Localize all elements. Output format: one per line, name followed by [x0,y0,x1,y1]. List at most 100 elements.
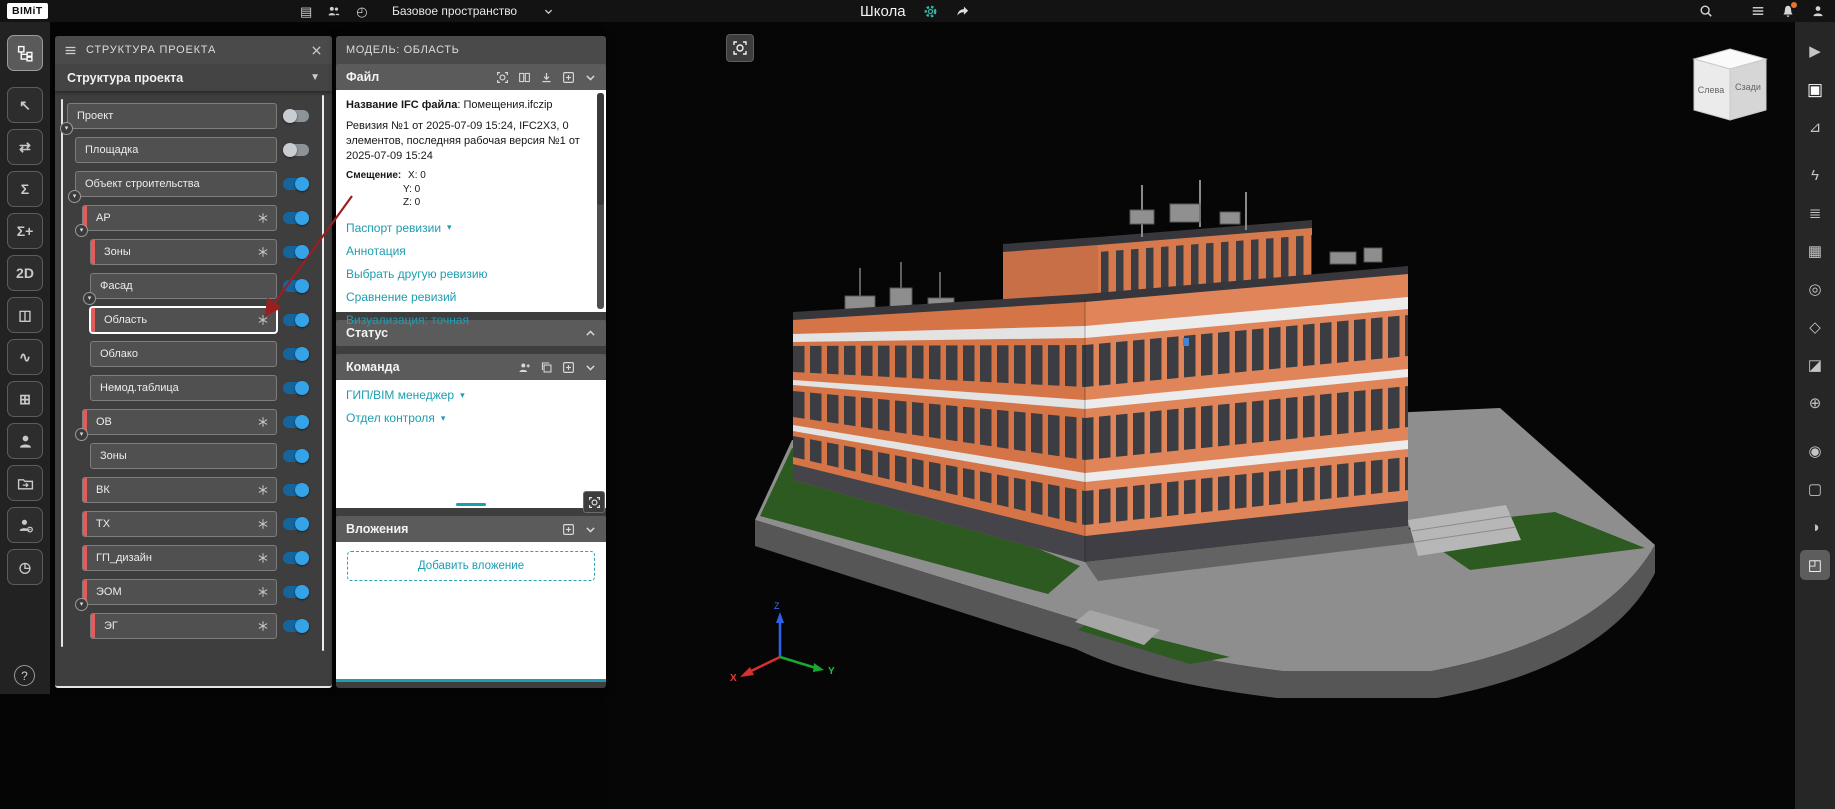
expand-toggle[interactable]: ▾ [83,292,96,305]
tool-selection-box[interactable]: ▢ [1800,474,1830,504]
visibility-toggle[interactable] [283,518,309,530]
building-model[interactable]: X Y Z Слева Сзади [606,22,1795,809]
visibility-toggle[interactable] [283,280,309,292]
tool-view-2d[interactable]: 2D [7,255,43,291]
tree-item-ТХ[interactable]: ТХ [82,511,277,537]
visibility-toggle[interactable] [283,178,309,190]
pick-from-model-button[interactable] [583,491,605,513]
visibility-toggle[interactable] [283,382,309,394]
visibility-toggle[interactable] [283,484,309,496]
visibility-toggle[interactable] [283,416,309,428]
tree-item-Зоны[interactable]: Зоны [90,443,277,469]
compare-icon[interactable] [518,71,531,84]
tree-item-Зоны[interactable]: Зоны [90,239,277,265]
tool-geometry[interactable]: ◇ [1800,312,1830,342]
tool-analytics[interactable]: ∿ [7,339,43,375]
help-button[interactable]: ? [14,665,35,686]
tree-item-Проект[interactable]: Проект [67,103,277,129]
link-Отдел контроля[interactable]: Отдел контроля▾ [346,411,596,425]
tool-clash[interactable]: ϟ [1800,160,1830,190]
link-Сравнение ревизий[interactable]: Сравнение ревизий [346,290,588,304]
tool-sum-add[interactable]: Σ+ [7,213,43,249]
scrollbar[interactable] [597,93,604,309]
tool-point-snap[interactable]: ⊕ [1800,388,1830,418]
notifications-button[interactable] [1781,4,1795,18]
account-button[interactable] [1811,4,1825,18]
tool-select-tool[interactable]: ↖ [7,87,43,123]
tool-dashboard[interactable]: ◷ [7,549,43,585]
focus-selection-button[interactable] [726,34,754,62]
tool-measure[interactable]: ⊿ [1800,112,1830,142]
tool-view-cube[interactable]: ▣ [1800,74,1830,104]
tree-item-ЭОМ[interactable]: ЭОМ [82,579,277,605]
expand-toggle[interactable]: ▾ [60,122,73,135]
collapse-icon[interactable] [584,361,597,374]
tree-item-ВК[interactable]: ВК [82,477,277,503]
visibility-toggle[interactable] [283,552,309,564]
visibility-toggle[interactable] [283,212,309,224]
tool-half-section[interactable]: ◑ [1800,512,1830,542]
search-button[interactable] [1699,4,1713,18]
tree-item-Область[interactable]: Область [90,307,277,333]
link-Паспорт ревизии[interactable]: Паспорт ревизии▾ [346,221,588,235]
tool-isolate[interactable]: ◰ [1800,550,1830,580]
tree-item-ГП_дизайн[interactable]: ГП_дизайн [82,545,277,571]
share-icon[interactable] [955,4,970,19]
copy-icon[interactable] [540,361,553,374]
tool-shared-folder[interactable] [7,465,43,501]
tool-project-structure[interactable] [7,35,43,71]
tree-item-Облако[interactable]: Облако [90,341,277,367]
tree-item-АР[interactable]: АР [82,205,277,231]
tool-plugins[interactable]: ⊞ [7,381,43,417]
view-cube[interactable]: Слева Сзади [1694,49,1766,120]
history-clock-button[interactable]: ◴ [356,5,367,18]
visibility-toggle[interactable] [283,314,309,326]
tool-connections[interactable]: ⇄ [7,129,43,165]
visibility-toggle[interactable] [283,110,309,122]
workspace-selector[interactable]: Базовое пространство [392,0,554,22]
visibility-toggle[interactable] [283,246,309,258]
tool-sections[interactable]: ≣ [1800,198,1830,228]
tree-item-ЭГ[interactable]: ЭГ [90,613,277,639]
visibility-toggle[interactable] [283,450,309,462]
tree-item-ОВ[interactable]: ОВ [82,409,277,435]
apps-list-button[interactable] [1751,4,1765,18]
tool-sum[interactable]: Σ [7,171,43,207]
expand-toggle[interactable]: ▾ [75,224,88,237]
tool-users[interactable] [7,423,43,459]
archive-box-button[interactable]: ▤ [300,5,312,18]
collapse-icon[interactable] [584,71,597,84]
add-icon[interactable] [562,523,575,536]
link-Аннотация[interactable]: Аннотация [346,244,588,258]
visibility-toggle[interactable] [283,586,309,598]
add-attachment-button[interactable]: Добавить вложение [347,551,595,581]
add-icon[interactable] [562,361,575,374]
link-ГИП/BIM менеджер[interactable]: ГИП/BIM менеджер▾ [346,388,596,402]
tool-navigate[interactable]: ▶ [1800,36,1830,66]
tool-focus-target[interactable]: ◎ [1800,274,1830,304]
tree-item-Фасад[interactable]: Фасад [90,273,277,299]
download-icon[interactable] [540,71,553,84]
tool-grid[interactable]: ▦ [1800,236,1830,266]
fit-icon[interactable] [496,71,509,84]
assign-user-icon[interactable] [518,361,531,374]
tool-hierarchy[interactable]: ◫ [7,297,43,333]
link-Выбрать другую ревизию[interactable]: Выбрать другую ревизию [346,267,588,281]
visibility-toggle[interactable] [283,348,309,360]
collaboration-button[interactable] [327,4,341,18]
scrollbar[interactable] [322,95,324,651]
add-icon[interactable] [562,71,575,84]
visibility-toggle[interactable] [283,620,309,632]
structure-type-selector[interactable]: Структура проекта ▼ [55,64,332,91]
close-icon[interactable] [310,44,323,57]
tool-visibility[interactable]: ◉ [1800,436,1830,466]
expand-toggle[interactable]: ▾ [75,598,88,611]
link-Визуализация: точная[interactable]: Визуализация: точная [346,313,588,327]
tree-item-Объект строительства[interactable]: Объект строительства [75,171,277,197]
collapse-up-icon[interactable] [584,327,597,340]
tree-item-Площадка[interactable]: Площадка [75,137,277,163]
settings-gear-icon[interactable] [923,4,938,19]
expand-toggle[interactable]: ▾ [75,428,88,441]
tool-clip-plane[interactable]: ◪ [1800,350,1830,380]
expand-toggle[interactable]: ▾ [68,190,81,203]
